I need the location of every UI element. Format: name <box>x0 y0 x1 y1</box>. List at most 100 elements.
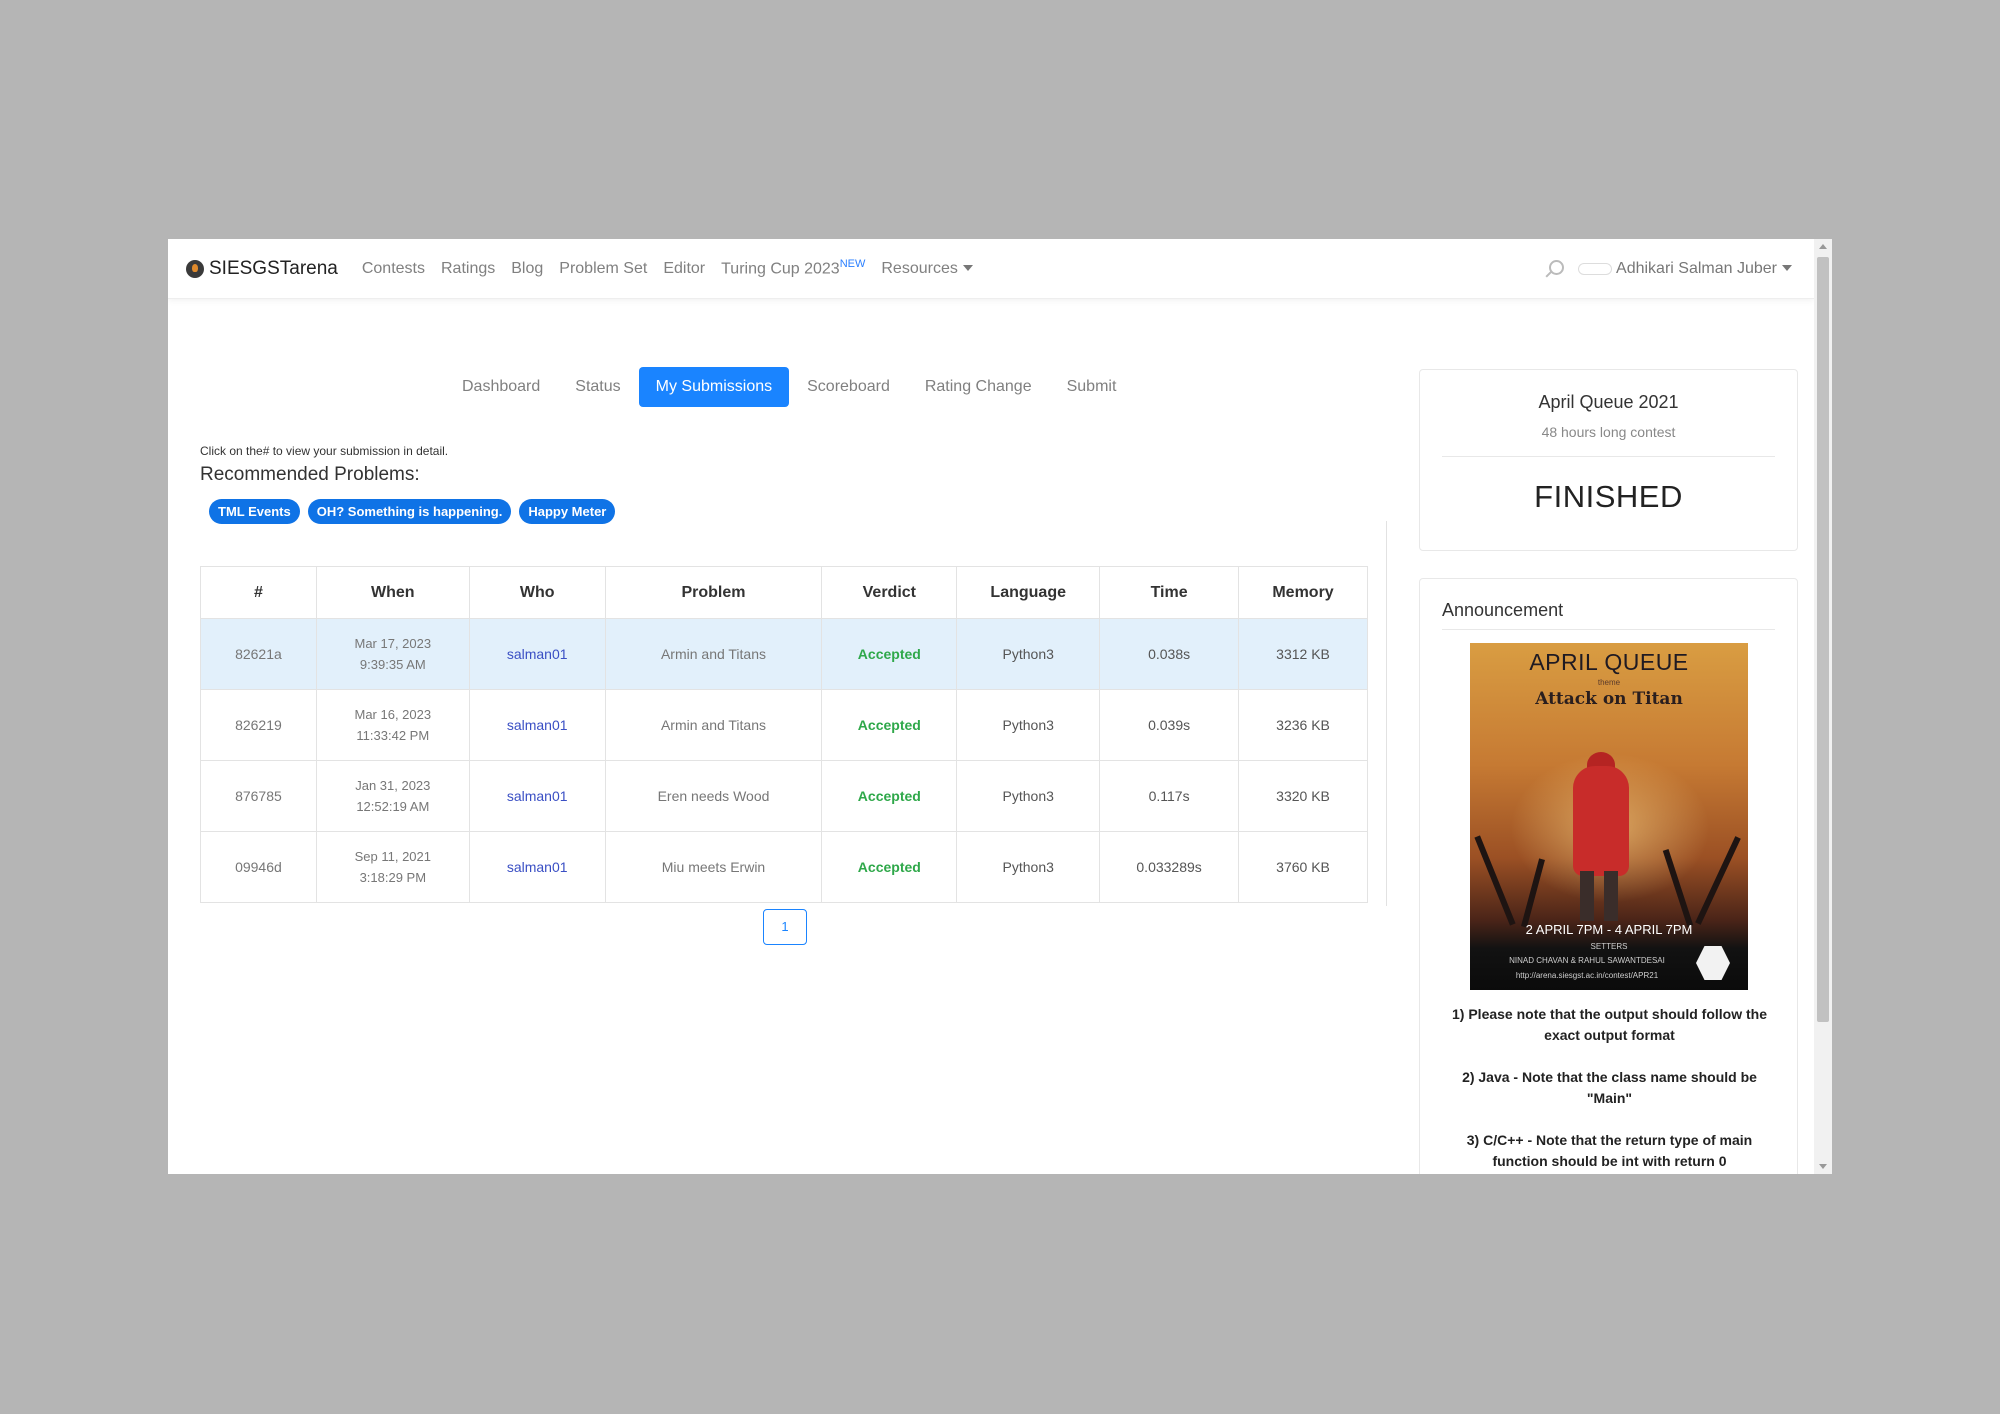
logo-icon <box>186 259 204 278</box>
poster-figure-legs <box>1580 871 1620 921</box>
recommended-problem-oh-something[interactable]: OH? Something is happening. <box>307 499 512 524</box>
divider <box>1442 456 1775 457</box>
vertical-scrollbar[interactable] <box>1814 239 1832 1174</box>
submission-problem: Eren needs Wood <box>604 760 823 832</box>
nav-right: Adhikari Salman Juber <box>1542 239 1792 299</box>
table-row[interactable]: 82621a Mar 17, 2023 9:39:35 AM salman01 A… <box>200 618 1368 690</box>
nav-blog[interactable]: Blog <box>511 260 543 278</box>
submission-memory: 3312 KB <box>1238 618 1368 690</box>
submission-when: Mar 17, 2023 9:39:35 AM <box>315 618 470 690</box>
submission-user-link[interactable]: salman01 <box>468 618 606 690</box>
poster-dates: 2 APRIL 7PM - 4 APRIL 7PM <box>1525 922 1693 937</box>
tab-dashboard[interactable]: Dashboard <box>445 367 557 407</box>
col-id: # <box>200 566 317 619</box>
contest-duration: 48 hours long contest <box>1541 424 1676 440</box>
submission-memory: 3236 KB <box>1238 689 1368 761</box>
tab-my-submissions[interactable]: My Submissions <box>638 367 790 407</box>
contest-card: April Queue 2021 48 hours long contest F… <box>1419 369 1798 551</box>
submission-id[interactable]: 876785 <box>200 760 317 832</box>
submission-date: Jan 31, 2023 <box>355 778 431 793</box>
submission-date: Sep 11, 2021 <box>354 849 431 864</box>
contest-title: April Queue 2021 <box>1538 392 1679 412</box>
submission-problem: Armin and Titans <box>604 689 823 761</box>
submission-language: Python3 <box>956 831 1101 903</box>
tab-rating-change[interactable]: Rating Change <box>908 367 1049 407</box>
contest-tabs: Dashboard Status My Submissions Scoreboa… <box>445 367 1134 407</box>
submission-language: Python3 <box>956 689 1101 761</box>
recommended-problem-happy-meter[interactable]: Happy Meter <box>519 499 616 524</box>
announcement-card: Announcement APRIL QUEUE theme Attack on… <box>1419 578 1798 1174</box>
pagination-page-1[interactable]: 1 <box>763 909 807 945</box>
submission-user-link[interactable]: salman01 <box>468 689 606 761</box>
col-verdict: Verdict <box>821 566 958 619</box>
submission-hint: Click on the# to view your submission in… <box>200 444 449 458</box>
announcement-title: Announcement <box>1442 600 1775 630</box>
submission-verdict: Accepted <box>821 618 958 690</box>
user-menu[interactable]: Adhikari Salman Juber <box>1616 260 1792 278</box>
submission-id[interactable]: 09946d <box>200 831 317 903</box>
nav-resources-dropdown[interactable]: Resources <box>881 259 973 278</box>
nav-problem-set[interactable]: Problem Set <box>559 260 647 278</box>
poster-setters: NINAD CHAVAN & RAHUL SAWANTDESAI <box>1509 956 1665 965</box>
submission-language: Python3 <box>956 618 1101 690</box>
submissions-table: # When Who Problem Verdict Language Time… <box>200 566 1368 903</box>
submission-language: Python3 <box>956 760 1101 832</box>
brand-name: SIESGSTarena <box>209 257 338 279</box>
submission-date: Mar 17, 2023 <box>354 636 432 651</box>
contest-poster: APRIL QUEUE theme Attack on Titan 2 APRI… <box>1470 643 1748 990</box>
scroll-down-icon[interactable] <box>1819 1164 1827 1169</box>
user-name: Adhikari Salman Juber <box>1616 260 1777 277</box>
poster-stake <box>1474 835 1516 926</box>
resources-label: Resources <box>881 259 958 277</box>
top-navbar: SIESGSTarena Contests Ratings Blog Probl… <box>168 239 1814 299</box>
submission-user-link[interactable]: salman01 <box>468 831 606 903</box>
submission-time: 9:39:35 AM <box>359 657 426 672</box>
caret-down-icon <box>1782 265 1792 271</box>
submission-exec-time: 0.038s <box>1099 618 1240 690</box>
submission-id[interactable]: 826219 <box>200 689 317 761</box>
submission-problem: Miu meets Erwin <box>604 831 823 903</box>
submission-memory: 3320 KB <box>1238 760 1368 832</box>
submission-exec-time: 0.117s <box>1099 760 1240 832</box>
scrollbar-thumb[interactable] <box>1817 257 1829 1022</box>
recommended-problem-tml-events[interactable]: TML Events <box>209 499 300 524</box>
announcement-notes: 1) Please note that the output should fo… <box>1440 1004 1779 1174</box>
submission-exec-time: 0.039s <box>1099 689 1240 761</box>
submission-time: 11:33:42 PM <box>356 728 430 743</box>
brand-link[interactable]: SIESGSTarena <box>186 258 338 280</box>
search-icon[interactable] <box>1542 258 1565 280</box>
col-memory: Memory <box>1238 566 1368 619</box>
avatar <box>1578 263 1613 275</box>
tab-scoreboard[interactable]: Scoreboard <box>790 367 907 407</box>
table-row[interactable]: 826219 Mar 16, 2023 11:33:42 PM salman01 … <box>200 689 1368 761</box>
col-problem: Problem <box>604 566 823 619</box>
submission-when: Sep 11, 2021 3:18:29 PM <box>315 831 470 903</box>
poster-url: http://arena.siesgst.ac.in/contest/APR21 <box>1515 971 1659 980</box>
nav-ratings[interactable]: Ratings <box>441 260 495 278</box>
tab-submit[interactable]: Submit <box>1050 367 1134 407</box>
submission-verdict: Accepted <box>821 760 958 832</box>
nav-turing-cup[interactable]: Turing Cup 2023NEW <box>721 258 865 278</box>
browser-window: SIESGSTarena Contests Ratings Blog Probl… <box>168 239 1832 1174</box>
table-header-row: # When Who Problem Verdict Language Time… <box>200 566 1368 619</box>
note-output-format: 1) Please note that the output should fo… <box>1452 1006 1767 1043</box>
col-who: Who <box>468 566 606 619</box>
poster-theme-label: theme <box>1597 678 1621 687</box>
contest-status: FINISHED <box>1534 479 1683 514</box>
note-c-return: 3) C/C++ - Note that the return type of … <box>1466 1132 1753 1169</box>
nav-editor[interactable]: Editor <box>663 260 705 278</box>
submission-verdict: Accepted <box>821 689 958 761</box>
turing-cup-label: Turing Cup 2023 <box>721 260 840 278</box>
note-java-class: 2) Java - Note that the class name shoul… <box>1462 1069 1757 1106</box>
nav-contests[interactable]: Contests <box>362 260 425 278</box>
recommended-title: Recommended Problems: <box>200 464 420 485</box>
submission-user-link[interactable]: salman01 <box>468 760 606 832</box>
caret-down-icon <box>962 264 973 271</box>
submission-id[interactable]: 82621a <box>200 618 317 690</box>
scroll-up-icon[interactable] <box>1819 244 1827 249</box>
submission-time: 3:18:29 PM <box>359 870 427 885</box>
table-row[interactable]: 09946d Sep 11, 2021 3:18:29 PM salman01 M… <box>200 831 1368 903</box>
table-row[interactable]: 876785 Jan 31, 2023 12:52:19 AM salman01 … <box>200 760 1368 832</box>
tab-status[interactable]: Status <box>558 367 637 407</box>
submission-when: Jan 31, 2023 12:52:19 AM <box>315 760 470 832</box>
